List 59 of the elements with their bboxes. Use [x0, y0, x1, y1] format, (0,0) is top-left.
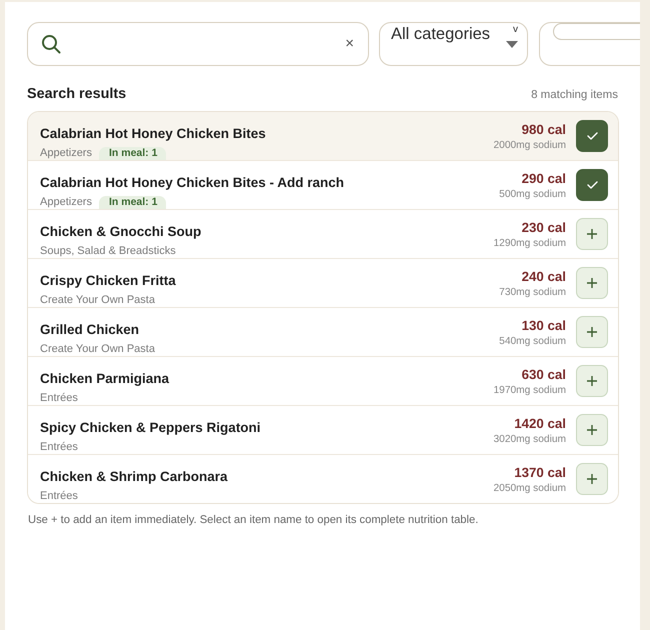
sodium-amount: 2050mg sodium — [494, 482, 566, 495]
section-title: Search results — [27, 86, 126, 102]
added-button[interactable] — [576, 169, 608, 201]
item-category: Appetizers — [40, 196, 92, 208]
item-category: Create Your Own Pasta — [40, 294, 155, 306]
sodium-amount: 1970mg sodium — [494, 384, 566, 397]
calorie-count: 240 cal — [522, 269, 566, 285]
item-name-link[interactable]: Chicken Parmigiana — [40, 371, 170, 387]
item-category: Appetizers — [40, 146, 92, 160]
item-name-link[interactable]: Calabrian Hot Honey Chicken Bites — [40, 126, 266, 142]
result-count: 8 matching items — [531, 89, 618, 101]
calorie-count: 230 cal — [522, 220, 566, 236]
calorie-count: 630 cal — [522, 367, 566, 383]
hint-text: Use + to add an item immediately. Select an item name to open its complete nutrition table. — [27, 514, 480, 526]
search-field[interactable]: × — [27, 22, 369, 66]
calorie-count: 1420 cal — [514, 416, 566, 432]
clear-button[interactable]: × — [345, 36, 354, 52]
in-meal-badge: In meal: 1 — [98, 146, 166, 160]
search-icon — [41, 34, 61, 54]
in-meal-badge: In meal: 1 — [98, 196, 166, 208]
plus-icon — [587, 327, 597, 337]
plus-icon — [587, 376, 597, 386]
category-select[interactable]: All categories v — [379, 22, 528, 66]
add-button[interactable] — [576, 463, 608, 495]
add-button[interactable] — [576, 218, 608, 250]
item-category: Entrées — [40, 490, 78, 502]
calorie-count: 980 cal — [522, 122, 566, 138]
calorie-count: 290 cal — [522, 171, 566, 187]
item-name-link[interactable]: Spicy Chicken & Peppers Rigatoni — [40, 420, 261, 436]
sodium-amount: 3020mg sodium — [494, 433, 566, 446]
item-name-link[interactable]: Calabrian Hot Honey Chicken Bites - Add ranch — [40, 175, 344, 191]
chevron-glyph: v — [513, 24, 518, 36]
plus-icon — [587, 278, 597, 288]
add-button[interactable] — [576, 316, 608, 348]
add-button[interactable] — [576, 414, 608, 446]
check-icon — [586, 132, 598, 140]
plus-icon — [587, 425, 597, 435]
sodium-amount: 1290mg sodium — [494, 237, 566, 250]
plus-icon — [587, 229, 597, 239]
caret-icon — [506, 41, 518, 48]
item-name-link[interactable]: Chicken & Gnocchi Soup — [40, 224, 202, 240]
item-name-link[interactable]: Crispy Chicken Fritta — [40, 273, 176, 289]
plus-icon — [587, 474, 597, 484]
item-category: Create Your Own Pasta — [40, 342, 155, 356]
sodium-amount: 540mg sodium — [499, 335, 566, 348]
check-icon — [586, 181, 598, 189]
item-name-link[interactable]: Grilled Chicken — [40, 322, 140, 338]
item-category: Soups, Salad & Breadsticks — [40, 244, 176, 258]
add-button[interactable] — [576, 365, 608, 397]
calorie-count: 130 cal — [522, 318, 566, 334]
sodium-amount: 2000mg sodium — [494, 139, 566, 152]
added-button[interactable] — [576, 120, 608, 152]
add-button[interactable] — [576, 267, 608, 299]
sodium-amount: 730mg sodium — [499, 286, 566, 299]
calorie-count: 1370 cal — [514, 465, 566, 481]
item-category: Entrées — [40, 440, 78, 454]
item-name-link[interactable]: Chicken & Shrimp Carbonara — [40, 469, 228, 485]
item-category: Entrées — [40, 392, 78, 404]
sodium-amount: 500mg sodium — [499, 188, 566, 201]
